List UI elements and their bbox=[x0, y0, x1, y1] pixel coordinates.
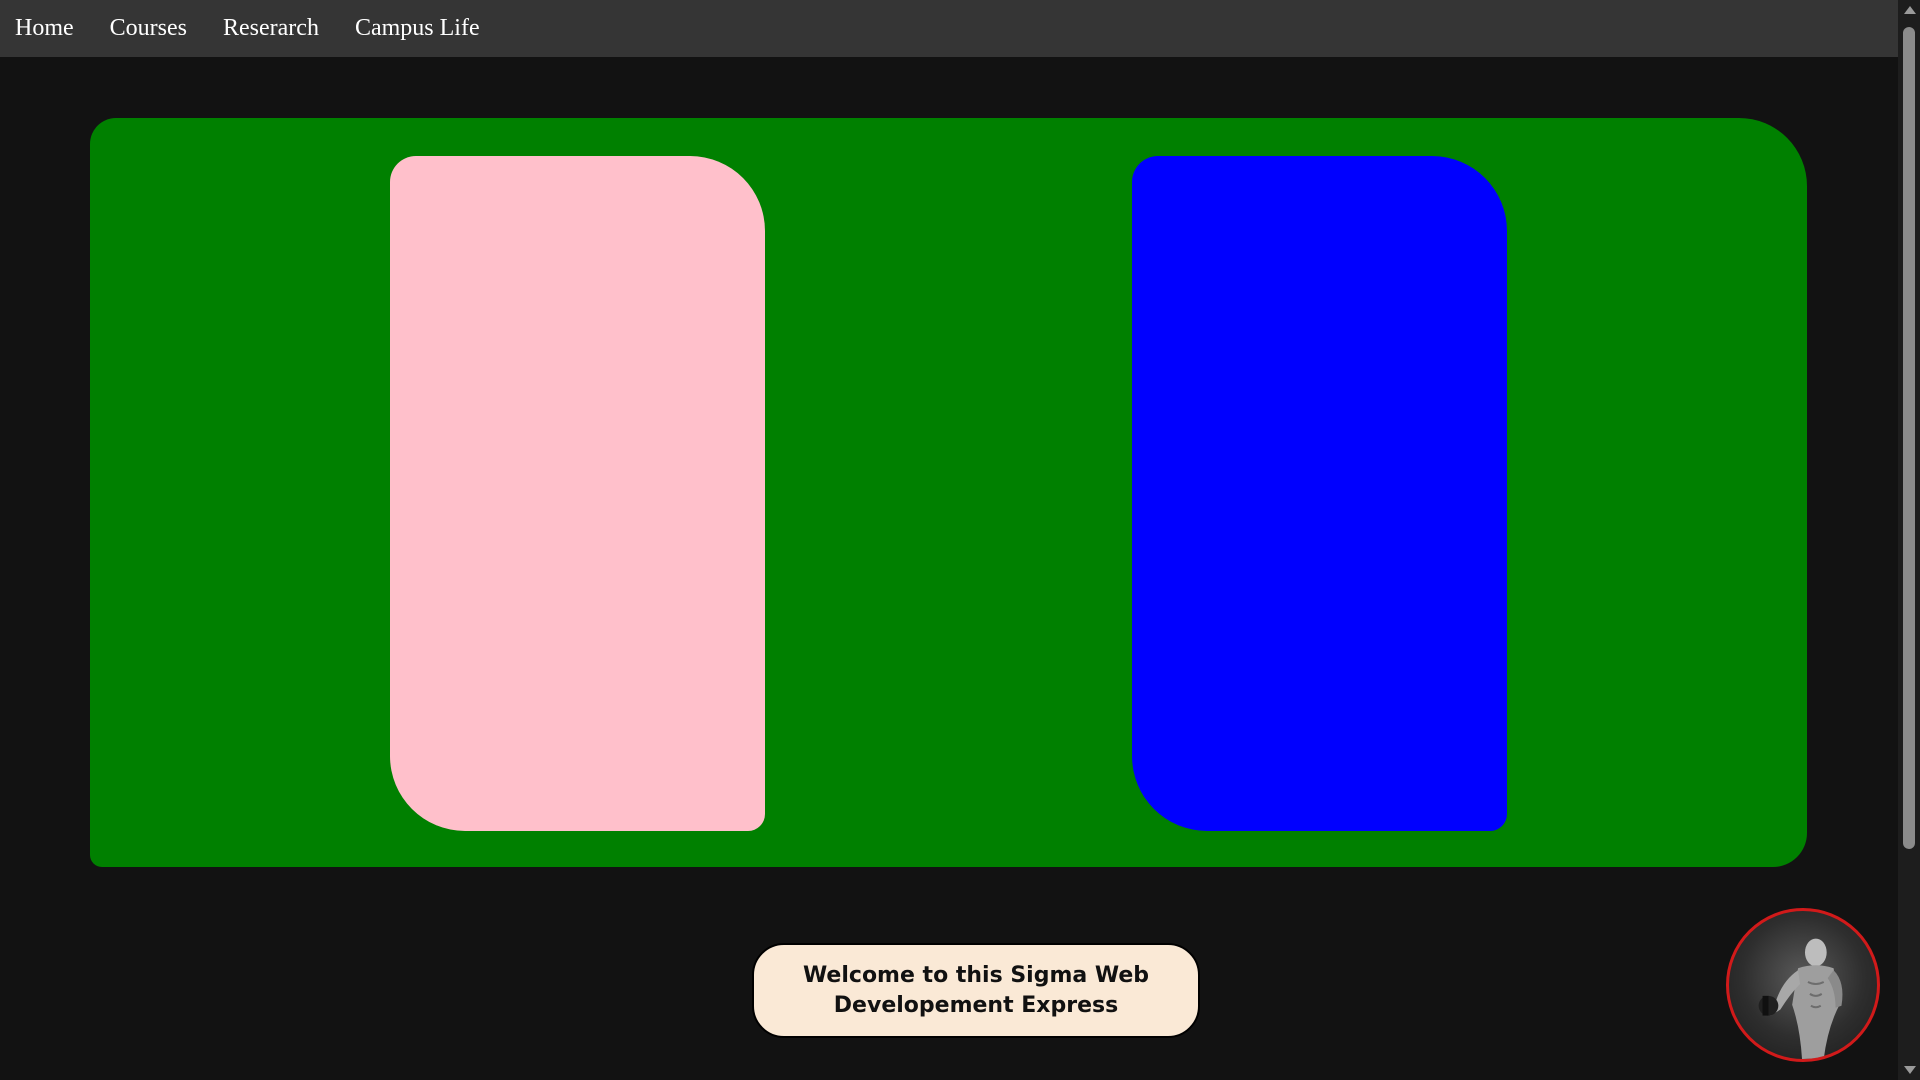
nav-link-home[interactable]: Home bbox=[15, 15, 74, 42]
welcome-message: Welcome to this Sigma Web Developement E… bbox=[752, 943, 1200, 1038]
top-navbar: Home Courses Reserarch Campus Life bbox=[0, 0, 1898, 57]
vertical-scrollbar[interactable] bbox=[1898, 0, 1920, 1080]
scrollbar-thumb[interactable] bbox=[1903, 27, 1915, 849]
pink-panel bbox=[390, 156, 765, 831]
scroll-up-arrow-icon[interactable] bbox=[1904, 6, 1916, 14]
hero-container bbox=[90, 118, 1807, 867]
bodybuilder-photo-icon bbox=[1758, 938, 1843, 1059]
blue-panel bbox=[1132, 156, 1507, 831]
welcome-text: Welcome to this Sigma Web Developement E… bbox=[802, 962, 1150, 1018]
scroll-down-arrow-icon[interactable] bbox=[1904, 1066, 1916, 1074]
avatar[interactable] bbox=[1726, 908, 1880, 1062]
nav-link-research[interactable]: Reserarch bbox=[223, 15, 319, 42]
nav-link-courses[interactable]: Courses bbox=[110, 15, 187, 42]
nav-link-campus-life[interactable]: Campus Life bbox=[355, 15, 480, 42]
